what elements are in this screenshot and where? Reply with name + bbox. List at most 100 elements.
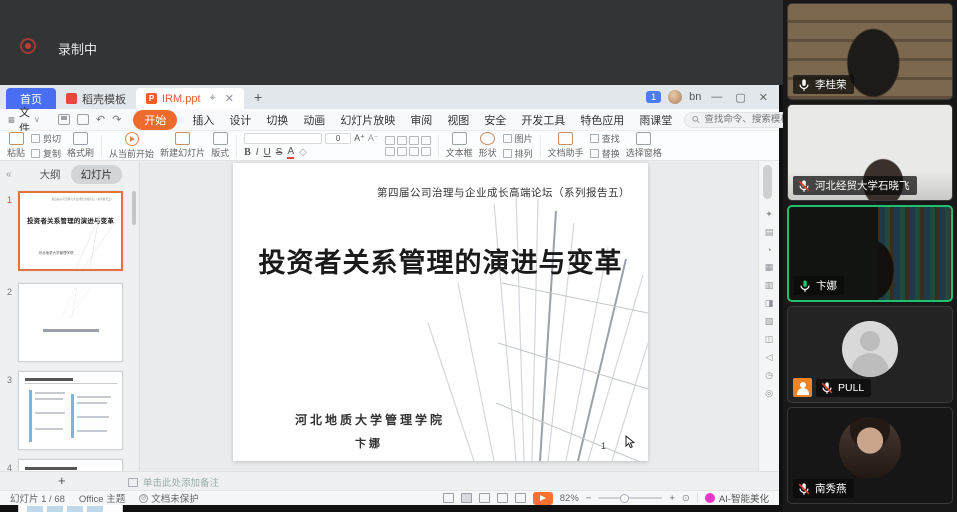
template-icon[interactable]: ▦ <box>765 262 774 273</box>
menu-item-design[interactable]: 设计 <box>229 112 251 128</box>
cut-button[interactable]: 剪切 <box>31 132 61 145</box>
menu-item-apps[interactable]: 特色应用 <box>580 112 624 128</box>
object-icon[interactable]: ▤ <box>765 227 774 238</box>
slide-thumbnail-2[interactable] <box>18 283 123 362</box>
font-color-icon[interactable]: A <box>287 146 294 159</box>
chart-icon[interactable]: ▥ <box>765 280 774 291</box>
notification-badge[interactable]: 1 <box>646 91 661 103</box>
align-right-icon[interactable] <box>409 147 419 156</box>
font-family-select[interactable] <box>244 133 322 144</box>
normal-view-icon[interactable] <box>443 493 454 503</box>
zoom-slider[interactable] <box>598 497 662 499</box>
slide-thumbnail-1[interactable]: 第四届公司治理与企业成长高端论坛（系列报告五） 投资者关系管理的演进与变革 河北… <box>18 191 123 271</box>
protection-status[interactable]: ⊘ 文档未保护 <box>139 491 199 505</box>
replace-button[interactable]: 替换 <box>590 147 620 160</box>
help-tool-icon[interactable]: ◎ <box>765 388 773 399</box>
increase-font-icon[interactable]: A⁺ <box>354 133 365 144</box>
redo-icon[interactable]: ↷ <box>112 113 121 126</box>
tab-outline[interactable]: 大纲 <box>40 167 61 182</box>
menu-item-rainclassroom[interactable]: 雨课堂 <box>639 112 672 128</box>
menu-item-slideshow[interactable]: 幻灯片放映 <box>340 112 395 128</box>
format-painter-button[interactable]: 格式刷 <box>67 132 94 159</box>
underline-button[interactable]: U <box>264 147 271 158</box>
tab-docer[interactable]: 稻壳模板 <box>56 88 136 109</box>
play-from-current-button[interactable]: 从当前开始 <box>109 132 154 160</box>
undo-icon[interactable]: ↶ <box>96 113 105 126</box>
bold-button[interactable]: B <box>244 147 251 158</box>
save-icon[interactable] <box>58 114 70 125</box>
menu-item-view[interactable]: 视图 <box>447 112 469 128</box>
image-tool-icon[interactable]: ◫ <box>765 334 774 345</box>
selection-pane-button[interactable]: 选择窗格 <box>626 132 662 159</box>
collapse-panel-icon[interactable]: « <box>6 169 12 180</box>
editor-scrollbar[interactable] <box>763 165 772 199</box>
strikethrough-button[interactable]: S <box>276 147 283 158</box>
sound-icon[interactable]: ◁ <box>766 352 773 363</box>
current-view-icon[interactable] <box>461 493 472 503</box>
minimize-button[interactable]: — <box>708 91 725 103</box>
thumbnail-scrollbar[interactable] <box>132 191 136 225</box>
slideshow-play-button[interactable] <box>533 492 553 505</box>
maximize-button[interactable]: ▢ <box>732 91 748 104</box>
media-icon[interactable]: ▧ <box>765 316 774 327</box>
find-button[interactable]: 查找 <box>590 132 620 145</box>
paste-button[interactable]: 粘贴 <box>7 132 25 159</box>
highlight-icon[interactable]: ◇ <box>299 147 307 158</box>
italic-button[interactable]: I <box>256 147 259 158</box>
decrease-font-icon[interactable]: A⁻ <box>368 133 379 144</box>
new-slide-button[interactable]: 新建幻灯片 <box>160 132 205 159</box>
video-tile-5[interactable]: 南秀燕 <box>787 407 953 504</box>
align-left-icon[interactable] <box>385 147 395 156</box>
user-avatar[interactable] <box>668 90 682 104</box>
ai-beautify-button[interactable]: AI-智能美化 <box>705 491 769 505</box>
font-size-select[interactable]: 0 <box>325 133 351 144</box>
align-center-icon[interactable] <box>397 147 407 156</box>
menu-item-animation[interactable]: 动画 <box>303 112 325 128</box>
history-icon[interactable]: ◷ <box>765 370 773 381</box>
add-slide-button[interactable]: + <box>58 473 66 488</box>
menu-item-home[interactable]: 开始 <box>133 110 177 130</box>
slide-thumbnail-3[interactable] <box>18 371 123 450</box>
zoom-slider-knob[interactable] <box>620 494 629 503</box>
reading-view-icon[interactable] <box>497 493 508 503</box>
sorter-view-icon[interactable] <box>479 493 490 503</box>
layout-button[interactable]: 版式 <box>211 132 229 159</box>
numbering-icon[interactable] <box>397 136 407 145</box>
justify-icon[interactable] <box>421 147 431 156</box>
text-box-button[interactable]: 文本框 <box>446 132 473 159</box>
indent-left-icon[interactable] <box>409 136 419 145</box>
bullets-icon[interactable] <box>385 136 395 145</box>
menu-item-insert[interactable]: 插入 <box>192 112 214 128</box>
close-window-button[interactable]: ✕ <box>756 91 771 104</box>
doc-assistant-button[interactable]: 文档助手 <box>548 132 584 159</box>
zoom-level[interactable]: 82% <box>560 493 579 504</box>
theme-label[interactable]: Office 主题 <box>79 491 125 505</box>
notes-view-icon[interactable] <box>515 493 526 503</box>
video-tile-1[interactable]: 李桂荣 <box>787 3 953 100</box>
slide-canvas[interactable]: 第四届公司治理与企业成长高端论坛（系列报告五） 投资者关系管理的演进与变革 河北… <box>233 163 648 461</box>
menu-item-review[interactable]: 审阅 <box>410 112 432 128</box>
fit-window-icon[interactable]: ⊙ <box>682 493 690 504</box>
new-tab-button[interactable]: + <box>254 89 262 105</box>
zoom-in-button[interactable]: + <box>669 493 675 504</box>
video-tile-2[interactable]: 河北经贸大学石晓飞 <box>787 104 953 201</box>
properties-icon[interactable]: ✦ <box>765 209 773 220</box>
tab-slides[interactable]: 幻灯片 <box>71 165 123 184</box>
notes-field[interactable]: 单击此处添加备注 <box>128 475 219 489</box>
video-tile-4[interactable]: PULL <box>787 306 953 403</box>
print-icon[interactable] <box>77 114 89 125</box>
cloud-icon[interactable]: ◔ <box>766 245 771 255</box>
video-tile-3[interactable]: 卞娜 <box>787 205 953 302</box>
arrange-button[interactable]: 排列 <box>503 147 533 160</box>
animation-pane-icon[interactable]: ◨ <box>765 298 774 309</box>
copy-button[interactable]: 复制 <box>31 147 61 160</box>
menu-item-devtools[interactable]: 开发工具 <box>521 112 565 128</box>
shapes-button[interactable]: 形状 <box>479 132 497 159</box>
close-tab-icon[interactable]: ✕ <box>225 92 234 105</box>
indent-right-icon[interactable] <box>421 136 431 145</box>
menu-item-security[interactable]: 安全 <box>484 112 506 128</box>
zoom-out-button[interactable]: − <box>586 493 592 504</box>
tab-document[interactable]: P IRM.ppt ⌖ ✕ <box>136 88 244 109</box>
menu-item-transitions[interactable]: 切换 <box>266 112 288 128</box>
pin-icon[interactable]: ⌖ <box>210 92 216 105</box>
